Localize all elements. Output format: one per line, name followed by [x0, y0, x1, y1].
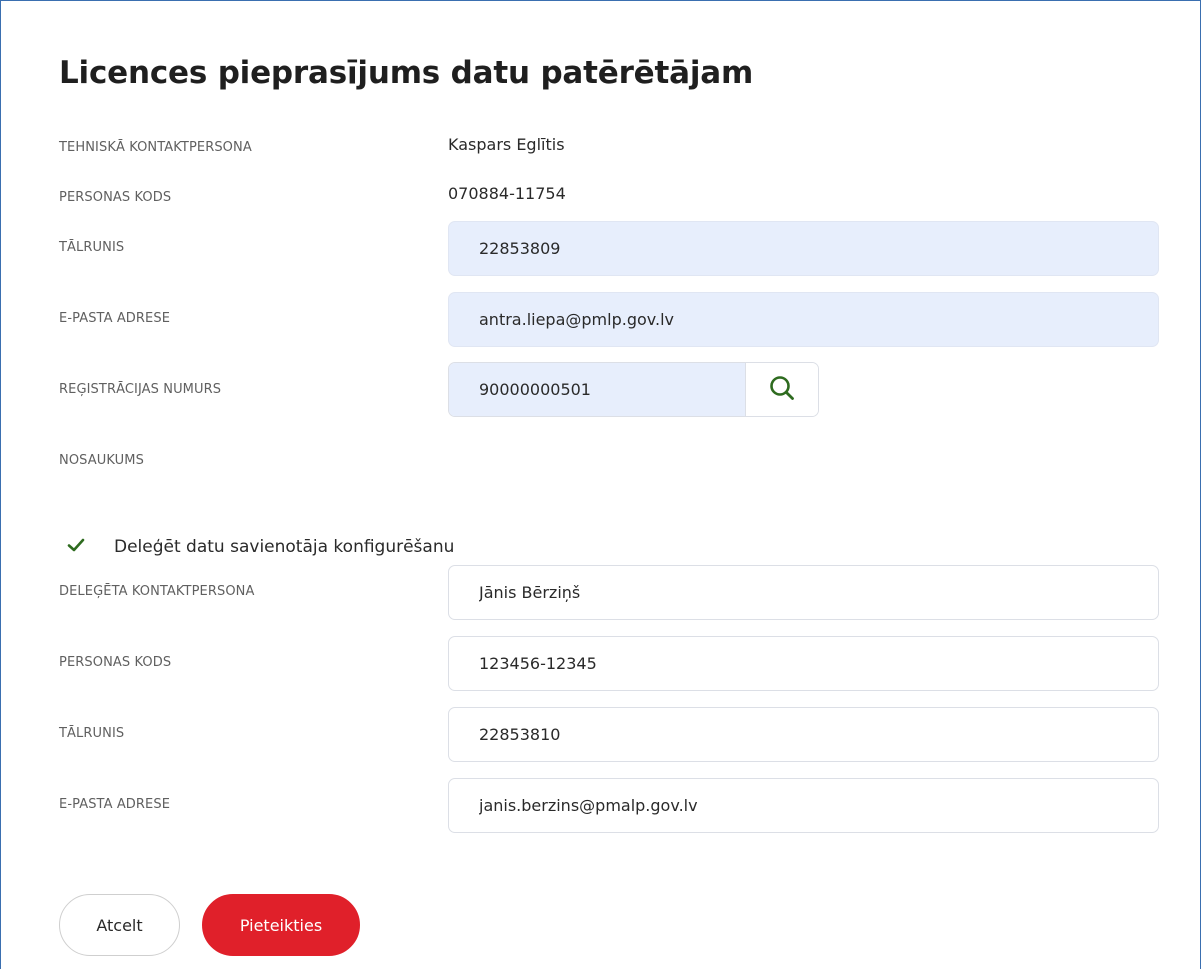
- check-icon: [67, 537, 85, 557]
- delegate-checkbox-row[interactable]: Deleģēt datu savienotāja konfigurēšanu: [59, 530, 454, 563]
- form-panel: Licences pieprasījums datu patērētājam T…: [0, 0, 1201, 969]
- personal-code-value: 070884-11754: [448, 184, 566, 203]
- registration-number-group: [448, 362, 819, 417]
- phone-field[interactable]: [448, 221, 1159, 276]
- personal-code-label: PERSONAS KODS: [59, 190, 172, 205]
- delegated-phone-field[interactable]: [448, 707, 1159, 762]
- registration-number-field[interactable]: [449, 363, 745, 416]
- delegated-contact-label: DELEĢĒTA KONTAKTPERSONA: [59, 584, 255, 599]
- registration-number-label: REĢISTRĀCIJAS NUMURS: [59, 382, 222, 397]
- technical-contact-label: TEHNISKĀ KONTAKTPERSONA: [59, 140, 252, 155]
- cancel-button[interactable]: Atcelt: [59, 894, 180, 956]
- delegated-contact-field[interactable]: [448, 565, 1159, 620]
- delegated-personal-code-label: PERSONAS KODS: [59, 655, 172, 670]
- submit-button[interactable]: Pieteikties: [202, 894, 360, 956]
- phone-label: TĀLRUNIS: [59, 240, 125, 255]
- delegated-email-label: E-PASTA ADRESE: [59, 797, 171, 812]
- email-field[interactable]: [448, 292, 1159, 347]
- name-label: NOSAUKUMS: [59, 453, 144, 468]
- delegated-email-field[interactable]: [448, 778, 1159, 833]
- delegated-personal-code-field[interactable]: [448, 636, 1159, 691]
- delegate-checkbox[interactable]: [59, 530, 92, 563]
- page-title: Licences pieprasījums datu patērētājam: [59, 55, 754, 91]
- delegated-phone-label: TĀLRUNIS: [59, 726, 125, 741]
- technical-contact-value: Kaspars Eglītis: [448, 135, 565, 154]
- search-button[interactable]: [744, 363, 818, 416]
- delegate-checkbox-label: Deleģēt datu savienotāja konfigurēšanu: [114, 536, 455, 557]
- email-label: E-PASTA ADRESE: [59, 311, 171, 326]
- search-icon: [769, 375, 795, 405]
